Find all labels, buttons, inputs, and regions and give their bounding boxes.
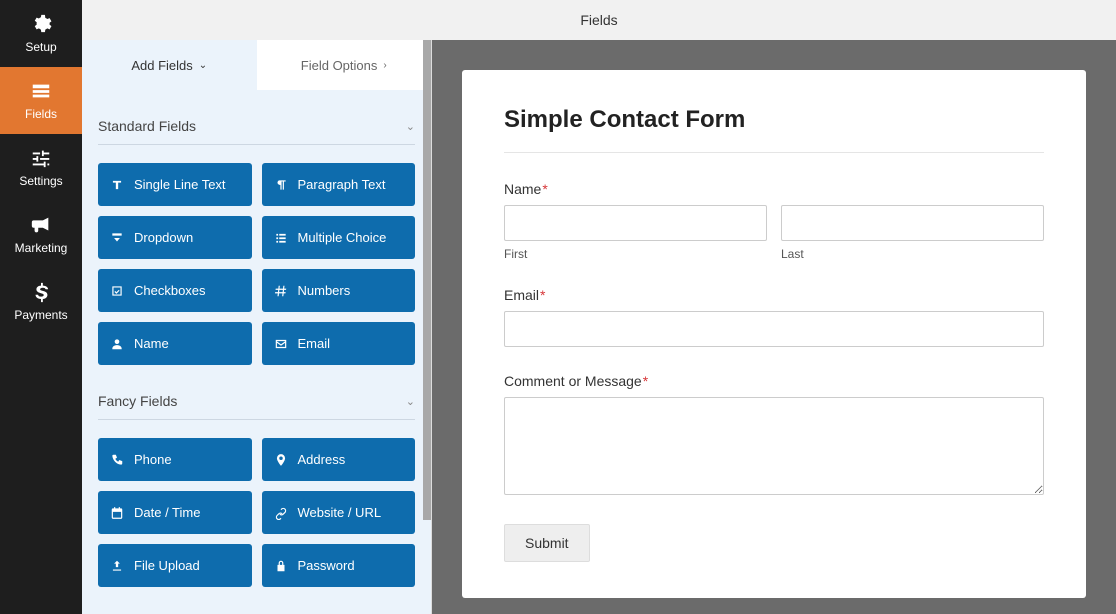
paragraph-icon xyxy=(274,178,288,192)
nav-label: Payments xyxy=(14,308,67,322)
nav-item-settings[interactable]: Settings xyxy=(0,134,82,201)
field-checkboxes[interactable]: Checkboxes xyxy=(98,269,252,312)
tab-label: Add Fields xyxy=(131,58,192,73)
field-label: Website / URL xyxy=(298,505,382,520)
check-square-icon xyxy=(110,284,124,298)
divider xyxy=(98,419,415,420)
field-label: Phone xyxy=(134,452,172,467)
last-name-input[interactable] xyxy=(781,205,1044,241)
tab-add-fields[interactable]: Add Fields ⌄ xyxy=(82,40,257,90)
first-sublabel: First xyxy=(504,247,767,261)
field-label: Single Line Text xyxy=(134,177,226,192)
calendar-icon xyxy=(110,506,124,520)
dollar-icon xyxy=(30,281,52,303)
divider xyxy=(98,144,415,145)
form-title: Simple Contact Form xyxy=(504,106,1044,134)
section-title: Standard Fields xyxy=(98,118,196,134)
phone-icon xyxy=(110,453,124,467)
field-label: Multiple Choice xyxy=(298,230,387,245)
gear-icon xyxy=(30,13,52,35)
chevron-down-icon: ⌄ xyxy=(406,120,415,133)
nav-label: Marketing xyxy=(15,241,68,255)
form-card[interactable]: Simple Contact Form Name* First Last xyxy=(462,70,1086,598)
field-paragraph-text[interactable]: Paragraph Text xyxy=(262,163,416,206)
field-single-line-text[interactable]: Single Line Text xyxy=(98,163,252,206)
field-website-url[interactable]: Website / URL xyxy=(262,491,416,534)
first-name-input[interactable] xyxy=(504,205,767,241)
field-label: Dropdown xyxy=(134,230,193,245)
chevron-down-icon: ⌄ xyxy=(406,395,415,408)
field-email-wrap: Email* xyxy=(504,287,1044,347)
fields-panel: Add Fields ⌄ Field Options › Standard Fi… xyxy=(82,40,432,614)
form-icon xyxy=(30,80,52,102)
tab-label: Field Options xyxy=(301,58,378,73)
section-standard-fields[interactable]: Standard Fields ⌄ xyxy=(98,90,415,144)
sliders-icon xyxy=(30,147,52,169)
name-label: Name* xyxy=(504,181,1044,197)
upload-icon xyxy=(110,559,124,573)
nav-rail: Setup Fields Settings Marketing Payments xyxy=(0,0,82,614)
link-icon xyxy=(274,506,288,520)
section-title: Fancy Fields xyxy=(98,393,177,409)
field-phone[interactable]: Phone xyxy=(98,438,252,481)
scrollbar[interactable] xyxy=(423,40,431,520)
field-label: Date / Time xyxy=(134,505,200,520)
divider xyxy=(504,152,1044,153)
caret-down-icon xyxy=(110,231,124,245)
nav-item-setup[interactable]: Setup xyxy=(0,0,82,67)
nav-item-marketing[interactable]: Marketing xyxy=(0,201,82,268)
field-label: Paragraph Text xyxy=(298,177,386,192)
panel-tabs: Add Fields ⌄ Field Options › xyxy=(82,40,431,90)
field-password[interactable]: Password xyxy=(262,544,416,587)
map-marker-icon xyxy=(274,453,288,467)
page-title: Fields xyxy=(580,12,617,28)
nav-item-payments[interactable]: Payments xyxy=(0,268,82,335)
nav-label: Settings xyxy=(19,174,62,188)
list-icon xyxy=(274,231,288,245)
page-header: Fields xyxy=(82,0,1116,40)
nav-label: Fields xyxy=(25,107,57,121)
section-fancy-fields[interactable]: Fancy Fields ⌄ xyxy=(98,365,415,419)
field-label: Checkboxes xyxy=(134,283,206,298)
form-preview: Simple Contact Form Name* First Last xyxy=(432,40,1116,614)
hash-icon xyxy=(274,284,288,298)
field-label: File Upload xyxy=(134,558,200,573)
field-message-wrap: Comment or Message* xyxy=(504,373,1044,498)
last-sublabel: Last xyxy=(781,247,1044,261)
email-input[interactable] xyxy=(504,311,1044,347)
field-label: Address xyxy=(298,452,346,467)
field-email[interactable]: Email xyxy=(262,322,416,365)
field-numbers[interactable]: Numbers xyxy=(262,269,416,312)
chevron-down-icon: ⌄ xyxy=(199,60,207,71)
required-mark: * xyxy=(540,287,545,303)
required-mark: * xyxy=(542,181,547,197)
message-label: Comment or Message* xyxy=(504,373,1044,389)
nav-item-fields[interactable]: Fields xyxy=(0,67,82,134)
message-textarea[interactable] xyxy=(504,397,1044,495)
user-icon xyxy=(110,337,124,351)
text-icon xyxy=(110,178,124,192)
lock-icon xyxy=(274,559,288,573)
field-date-time[interactable]: Date / Time xyxy=(98,491,252,534)
tab-field-options[interactable]: Field Options › xyxy=(257,40,432,90)
field-address[interactable]: Address xyxy=(262,438,416,481)
field-label: Password xyxy=(298,558,355,573)
field-name[interactable]: Name xyxy=(98,322,252,365)
envelope-icon xyxy=(274,337,288,351)
field-label: Email xyxy=(298,336,331,351)
email-label: Email* xyxy=(504,287,1044,303)
chevron-right-icon: › xyxy=(383,60,386,71)
field-multiple-choice[interactable]: Multiple Choice xyxy=(262,216,416,259)
required-mark: * xyxy=(643,373,648,389)
field-label: Name xyxy=(134,336,169,351)
field-dropdown[interactable]: Dropdown xyxy=(98,216,252,259)
field-file-upload[interactable]: File Upload xyxy=(98,544,252,587)
field-name-wrap: Name* First Last xyxy=(504,181,1044,261)
field-label: Numbers xyxy=(298,283,351,298)
submit-button[interactable]: Submit xyxy=(504,524,590,562)
bullhorn-icon xyxy=(30,214,52,236)
nav-label: Setup xyxy=(25,40,56,54)
